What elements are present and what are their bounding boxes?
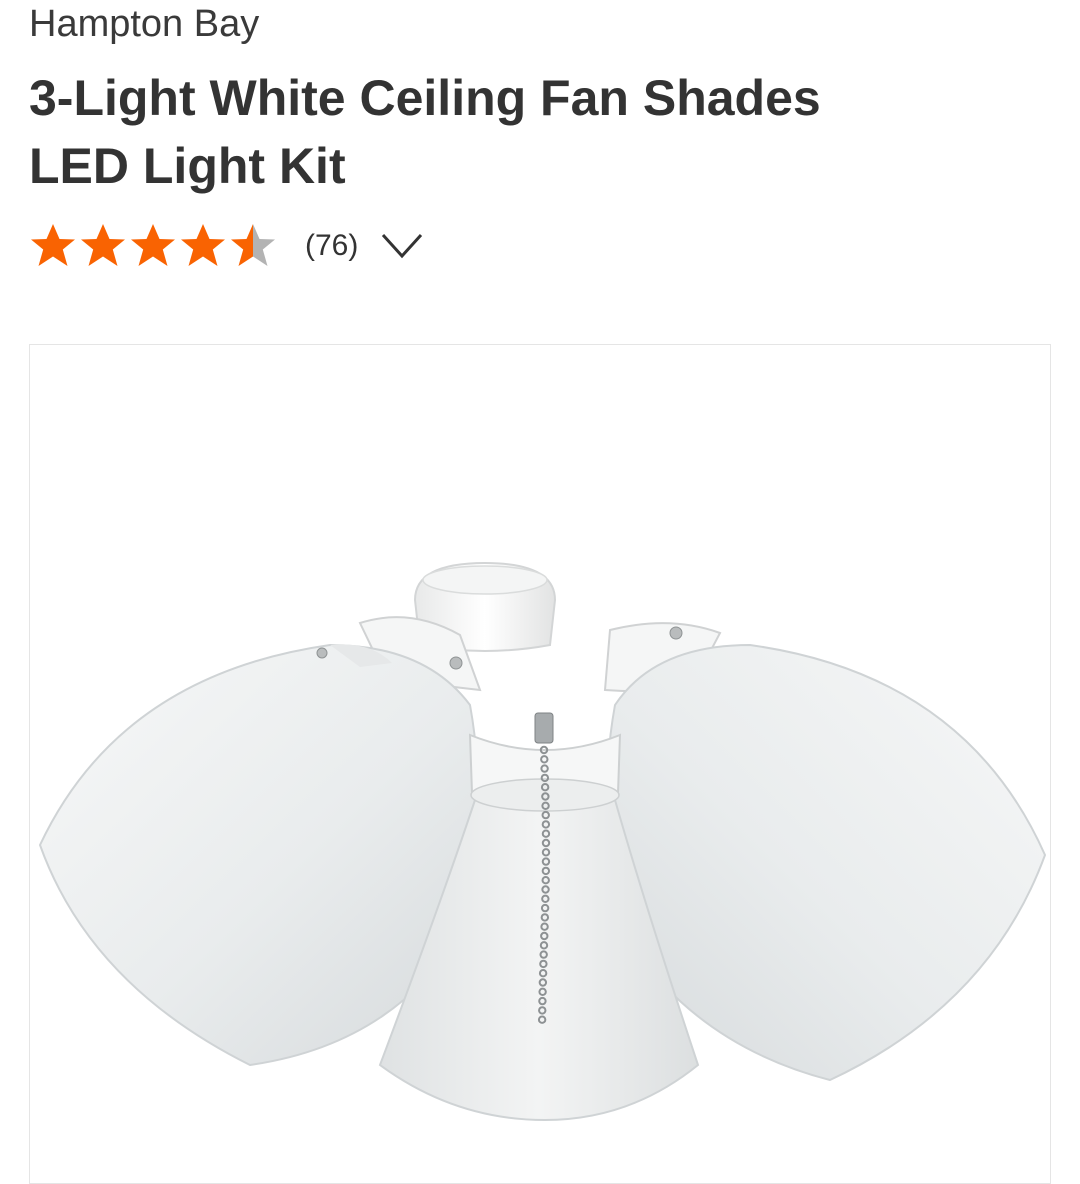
star-icon [231,224,275,266]
star-rating [29,222,279,270]
product-image-frame[interactable] [29,344,1051,1184]
star-icon [131,224,175,266]
product-image[interactable] [30,345,1050,1183]
brand-link[interactable]: Hampton Bay [29,2,259,46]
star-icon [81,224,125,266]
star-icon [181,224,225,266]
product-title: 3-Light White Ceiling Fan Shades LED Lig… [29,70,821,194]
star-icon [31,224,75,266]
chevron-down-icon[interactable] [380,230,424,262]
rating-summary[interactable]: (76) [29,220,424,272]
review-count[interactable]: (76) [305,229,358,263]
